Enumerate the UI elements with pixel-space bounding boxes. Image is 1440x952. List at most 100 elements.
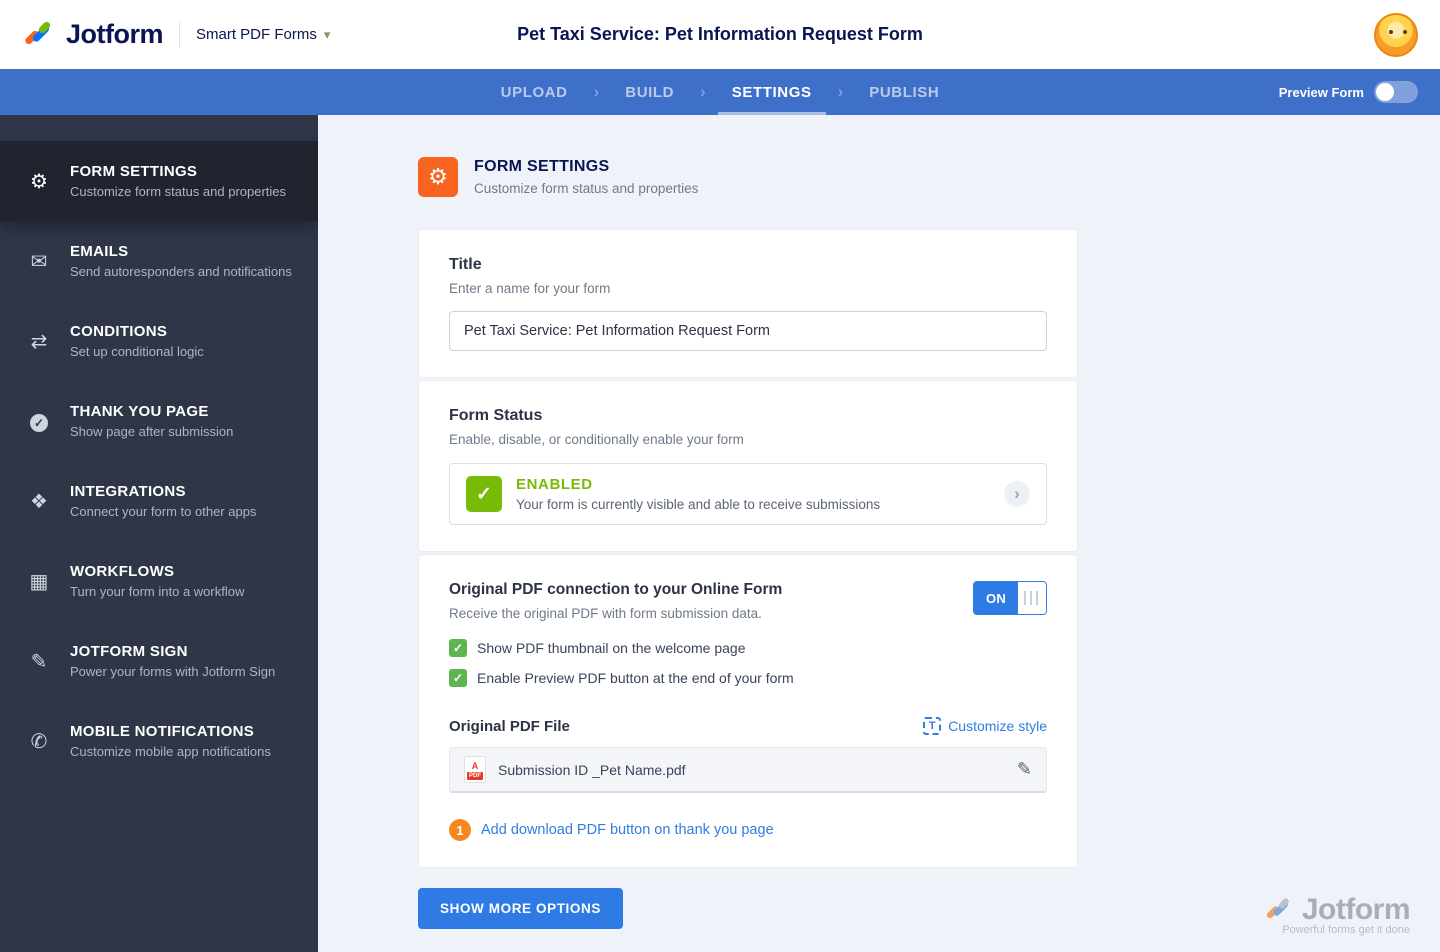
tab-upload[interactable]: UPLOAD (497, 69, 572, 115)
watermark: Jotform Powerful forms get it done (1264, 893, 1411, 936)
chevron-right-icon[interactable]: › (1004, 481, 1030, 507)
checkbox-checked[interactable]: ✓ (449, 669, 467, 687)
mail-icon: ✉ (30, 250, 48, 273)
sidebar-item-integrations[interactable]: ❖ INTEGRATIONS Connect your form to othe… (0, 461, 318, 541)
status-badge: ENABLED (516, 476, 593, 493)
title-card: Title Enter a name for your form (418, 229, 1078, 378)
customize-style-link[interactable]: T Customize style (923, 717, 1047, 735)
preview-form-toggle[interactable] (1374, 81, 1418, 103)
pdf-file-icon: A PDF (464, 756, 486, 783)
form-title-input[interactable] (449, 311, 1047, 351)
sidebar-item-text: JOTFORM SIGN Power your forms with Jotfo… (70, 643, 275, 679)
gear-icon: ⚙ (418, 157, 458, 197)
pdf-connection-header: Original PDF connection to your Online F… (449, 581, 1047, 621)
section-title: FORM SETTINGS (474, 158, 610, 175)
pdf-connection-text: Original PDF connection to your Online F… (449, 581, 782, 621)
sidebar-item-desc: Send autoresponders and notifications (70, 264, 292, 279)
status-description: Your form is currently visible and able … (516, 497, 881, 512)
status-text: ENABLED Your form is currently visible a… (516, 476, 880, 512)
workflow-icon: ▦ (29, 570, 49, 593)
nav-tabs: UPLOAD › BUILD › SETTINGS › PUBLISH (497, 69, 944, 115)
check-glyph: ✓ (30, 413, 48, 432)
sidebar-item-title: MOBILE NOTIFICATIONS (70, 723, 255, 740)
watermark-tagline: Powerful forms get it done (1282, 924, 1410, 936)
checkbox-label: Show PDF thumbnail on the welcome page (477, 640, 746, 656)
form-status-card: Form Status Enable, disable, or conditio… (418, 380, 1078, 552)
watermark-brand: Jotform (1301, 893, 1411, 926)
gear-icon: ⚙ (30, 170, 48, 193)
form-status-label: Form Status (449, 407, 543, 424)
title-hint: Enter a name for your form (449, 281, 611, 296)
step-badge: 1 (449, 819, 471, 841)
tab-settings[interactable]: SETTINGS (717, 69, 826, 115)
checkbox-checked[interactable]: ✓ (449, 639, 467, 657)
sidebar-item-emails[interactable]: ✉ EMAILS Send autoresponders and notific… (0, 221, 318, 301)
sidebar-item-text: FORM SETTINGS Customize form status and … (70, 163, 286, 199)
sidebar-item-title: JOTFORM SIGN (70, 643, 188, 660)
sidebar-item-conditions[interactable]: ⇄ CONDITIONS Set up conditional logic (0, 301, 318, 381)
form-status-selector[interactable]: ✓ ENABLED Your form is currently visible… (449, 463, 1047, 525)
edit-pencil-icon[interactable]: ✎ (1017, 759, 1032, 780)
pdf-thumbnail-option: ✓ Show PDF thumbnail on the welcome page (449, 639, 1047, 657)
sidebar-item-form-settings[interactable]: ⚙ FORM SETTINGS Customize form status an… (0, 141, 318, 221)
sidebar-item-mobile-notifications[interactable]: ✆ MOBILE NOTIFICATIONS Customize mobile … (0, 701, 318, 781)
chevron-down-icon: ▾ (323, 26, 331, 42)
sidebar-item-title: INTEGRATIONS (70, 483, 186, 500)
sidebar-item-text: CONDITIONS Set up conditional logic (70, 323, 204, 359)
original-pdf-file-header: Original PDF File T Customize style (449, 717, 1047, 735)
sidebar-item-text: THANK YOU PAGE Show page after submissio… (70, 403, 233, 439)
customize-style-label: Customize style (948, 718, 1047, 734)
sidebar-item-text: MOBILE NOTIFICATIONS Customize mobile ap… (70, 723, 271, 759)
toggle-grip (1018, 582, 1046, 614)
sidebar-item-desc: Customize form status and properties (70, 184, 287, 199)
jotform-logo-icon (25, 21, 51, 44)
add-download-pdf-link[interactable]: Add download PDF button on thank you pag… (481, 822, 774, 838)
section-subtitle: Customize form status and properties (474, 181, 699, 196)
brand-name: Jotform (66, 19, 164, 49)
pen-icon: ✎ (30, 650, 48, 673)
pdf-connection-hint: Receive the original PDF with form submi… (449, 606, 762, 621)
chevron-right-icon: › (593, 82, 600, 101)
sidebar-item-desc: Set up conditional logic (70, 344, 204, 359)
sidebar-item-jotform-sign[interactable]: ✎ JOTFORM SIGN Power your forms with Jot… (0, 621, 318, 701)
watermark-row: Jotform (1264, 893, 1411, 927)
pdf-connection-toggle[interactable]: ON (973, 581, 1047, 615)
tab-publish[interactable]: PUBLISH (865, 69, 943, 115)
product-name: Smart PDF Forms (196, 26, 317, 43)
pdf-preview-option: ✓ Enable Preview PDF button at the end o… (449, 669, 1047, 687)
puzzle-icon: ❖ (30, 490, 48, 513)
product-switcher[interactable]: Smart PDF Forms ▾ (196, 26, 330, 43)
sidebar-item-text: INTEGRATIONS Connect your form to other … (70, 483, 256, 519)
sidebar-item-text: WORKFLOWS Turn your form into a workflow (70, 563, 244, 599)
header-divider (179, 21, 180, 48)
pdf-band: PDF (467, 772, 483, 780)
text-style-icon: T (923, 717, 942, 735)
sidebar-item-title: EMAILS (70, 243, 129, 260)
top-header: Jotform Smart PDF Forms ▾ Pet Taxi Servi… (0, 0, 1440, 69)
body-row: ⚙ FORM SETTINGS Customize form status an… (0, 115, 1440, 952)
sidebar-item-desc: Customize mobile app notifications (70, 744, 271, 759)
sidebar-item-desc: Turn your form into a workflow (70, 584, 245, 599)
pdf-file-row[interactable]: A PDF Submission ID _Pet Name.pdf ✎ (449, 747, 1047, 793)
chevron-right-icon: › (837, 82, 844, 101)
settings-cards: Title Enter a name for your form Form St… (418, 229, 1078, 929)
brand[interactable]: Jotform (22, 18, 164, 52)
avatar[interactable] (1374, 12, 1418, 57)
preview-form-label: Preview Form (1278, 84, 1364, 100)
section-header-text: FORM SETTINGS Customize form status and … (474, 158, 698, 196)
chevron-right-icon: › (700, 82, 706, 101)
enabled-icon: ✓ (466, 476, 502, 512)
sidebar-item-text: EMAILS Send autoresponders and notificat… (70, 243, 292, 279)
sidebar-item-desc: Power your forms with Jotform Sign (70, 664, 276, 679)
sidebar-item-title: WORKFLOWS (70, 563, 175, 580)
pdf-options: ✓ Show PDF thumbnail on the welcome page… (449, 639, 1047, 687)
mobile-icon: ✆ (30, 730, 48, 753)
page-title: Pet Taxi Service: Pet Information Reques… (517, 24, 923, 44)
tab-build[interactable]: BUILD (621, 69, 678, 115)
form-status-hint: Enable, disable, or conditionally enable… (449, 432, 744, 447)
preview-form-control: Preview Form (1279, 69, 1418, 115)
show-more-options-button[interactable]: SHOW MORE OPTIONS (418, 888, 623, 929)
check-circle-icon: ✓ (26, 410, 52, 433)
sidebar-item-workflows[interactable]: ▦ WORKFLOWS Turn your form into a workfl… (0, 541, 318, 621)
sidebar-item-thank-you-page[interactable]: ✓ THANK YOU PAGE Show page after submiss… (0, 381, 318, 461)
